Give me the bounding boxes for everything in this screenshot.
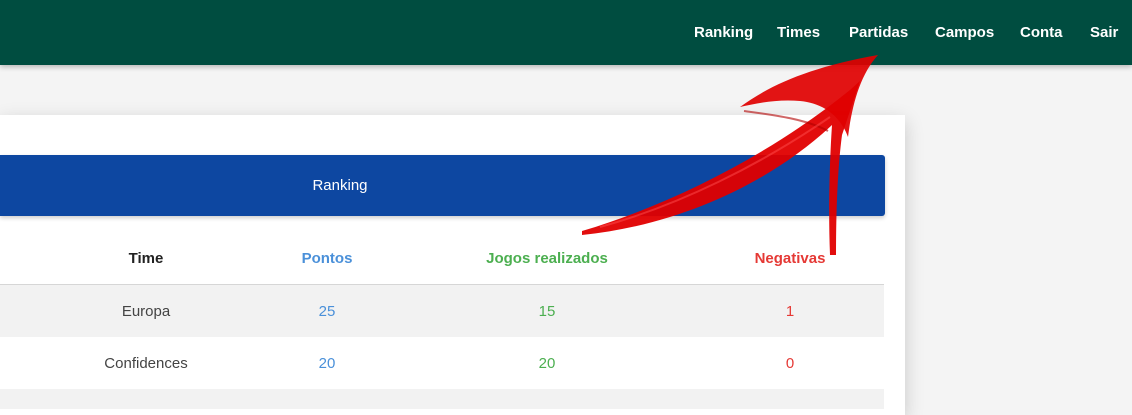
nav-times-link[interactable]: Times: [777, 24, 820, 41]
nav-ranking-link[interactable]: Ranking: [694, 24, 753, 41]
table-row: [0, 389, 884, 409]
nav-partidas-link[interactable]: Partidas: [849, 24, 908, 41]
top-navbar: Ranking Times Partidas Campos Conta Sair: [0, 0, 1132, 65]
cell-pontos: 20: [318, 355, 336, 372]
column-header-time[interactable]: Time: [129, 250, 164, 267]
ranking-card-title: Ranking: [312, 177, 368, 194]
ranking-card-header: [0, 155, 885, 216]
column-header-negativas[interactable]: Negativas: [755, 250, 826, 267]
cell-negativas: 0: [785, 355, 795, 372]
cell-jogos: 15: [538, 303, 556, 320]
cell-negativas: 1: [785, 303, 795, 320]
cell-pontos: 25: [318, 303, 336, 320]
nav-sair-link[interactable]: Sair: [1090, 24, 1118, 41]
cell-jogos: 20: [538, 355, 556, 372]
cell-time: Confidences: [104, 355, 188, 372]
cell-time: Europa: [121, 303, 171, 320]
nav-conta-link[interactable]: Conta: [1020, 24, 1063, 41]
column-header-jogos[interactable]: Jogos realizados: [486, 250, 608, 267]
nav-campos-link[interactable]: Campos: [935, 24, 994, 41]
column-header-pontos[interactable]: Pontos: [302, 250, 353, 267]
